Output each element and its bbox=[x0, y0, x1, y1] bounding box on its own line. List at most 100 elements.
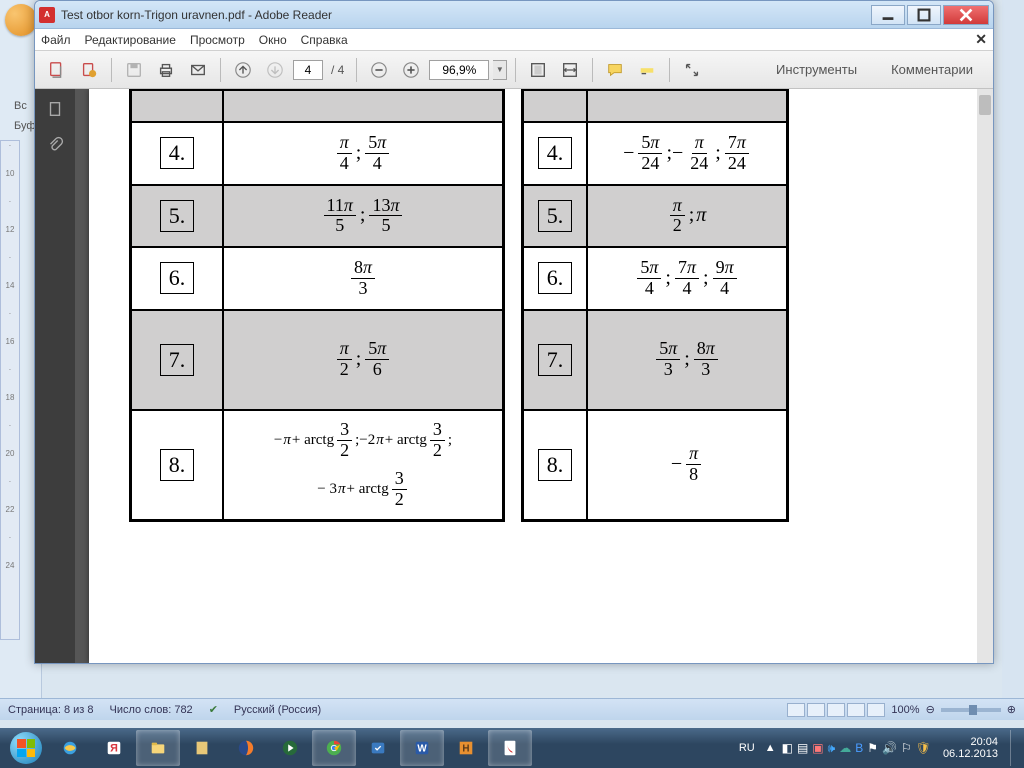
print-icon[interactable] bbox=[152, 56, 180, 84]
highlight-icon[interactable] bbox=[633, 56, 661, 84]
taskbar-word-icon[interactable]: W bbox=[400, 730, 444, 766]
row-number: 5. bbox=[160, 200, 195, 232]
start-button[interactable] bbox=[4, 730, 48, 766]
status-lang[interactable]: Русский (Россия) bbox=[234, 704, 321, 716]
status-zoom[interactable]: 100% bbox=[891, 704, 919, 716]
clock[interactable]: 20:04 06.12.2013 bbox=[937, 736, 1004, 760]
menu-window[interactable]: Окно bbox=[259, 33, 287, 47]
menu-edit[interactable]: Редактирование bbox=[85, 33, 176, 47]
language-indicator[interactable]: RU bbox=[735, 740, 759, 756]
page-up-icon[interactable] bbox=[229, 56, 257, 84]
acrobat-window: A Test otbor korn-Trigon uravnen.pdf - A… bbox=[34, 0, 994, 664]
table-row: 7. 5π3;8π3 bbox=[524, 309, 786, 409]
taskbar-acrobat-icon[interactable] bbox=[488, 730, 532, 766]
row-number: 5. bbox=[538, 200, 573, 232]
export-pdf-icon[interactable] bbox=[43, 56, 71, 84]
tray-icon[interactable]: ▤ bbox=[797, 741, 808, 756]
math-expr: π2; 5π6 bbox=[335, 339, 392, 380]
side-panel bbox=[35, 89, 75, 663]
mail-icon[interactable] bbox=[184, 56, 212, 84]
math-expr: −5π24;−π24;7π24 bbox=[623, 133, 751, 174]
pdf-icon: A bbox=[39, 7, 55, 23]
row-number: 6. bbox=[538, 262, 573, 294]
math-expr: 5π3;8π3 bbox=[654, 339, 720, 380]
tray-icon[interactable]: ⚑ bbox=[867, 741, 878, 756]
titlebar[interactable]: A Test otbor korn-Trigon uravnen.pdf - A… bbox=[35, 1, 993, 29]
read-mode-icon[interactable] bbox=[678, 56, 706, 84]
row-number: 8. bbox=[160, 449, 195, 481]
page-down-icon[interactable] bbox=[261, 56, 289, 84]
taskbar-firefox-icon[interactable] bbox=[224, 730, 268, 766]
taskbar-app-icon[interactable] bbox=[180, 730, 224, 766]
row-number: 7. bbox=[538, 344, 573, 376]
toolbar: / 4 ▼ Инструменты Комментарии bbox=[35, 51, 993, 89]
taskbar-sound-icon[interactable] bbox=[356, 730, 400, 766]
page-input[interactable] bbox=[293, 60, 323, 80]
menu-help[interactable]: Справка bbox=[301, 33, 348, 47]
tray-icon[interactable]: 🕪 bbox=[828, 741, 836, 756]
taskbar-explorer-icon[interactable] bbox=[136, 730, 180, 766]
math-expr: −π8 bbox=[671, 444, 703, 485]
pdf-page: 4. π4; 5π4 5. 11π5; 13π5 bbox=[89, 89, 979, 663]
taskbar-h-icon[interactable]: Н bbox=[444, 730, 488, 766]
maximize-button[interactable] bbox=[907, 5, 941, 25]
table-left: 4. π4; 5π4 5. 11π5; 13π5 bbox=[129, 89, 505, 522]
view-mode-buttons[interactable] bbox=[787, 703, 885, 717]
menu-file[interactable]: Файл bbox=[41, 33, 71, 47]
taskbar-yandex-icon[interactable]: Я bbox=[92, 730, 136, 766]
row-number: 7. bbox=[160, 344, 195, 376]
office-orb[interactable] bbox=[5, 4, 37, 36]
tray-icon[interactable]: ⚐ bbox=[901, 741, 912, 756]
minimize-button[interactable] bbox=[871, 5, 905, 25]
taskbar: Я W Н RU ▲ ◧ ▤ ▣ 🕪 ☁ В ⚑ 🔊 ⚐ 🛡 20:04 06.… bbox=[0, 728, 1024, 768]
zoom-dropdown[interactable]: ▼ bbox=[493, 60, 507, 80]
taskbar-ie-icon[interactable] bbox=[48, 730, 92, 766]
zoom-minus-icon[interactable]: ⊖ bbox=[926, 703, 935, 716]
create-pdf-icon[interactable] bbox=[75, 56, 103, 84]
table-row: 6. 8π3 bbox=[132, 246, 502, 309]
taskbar-chrome-icon[interactable] bbox=[312, 730, 356, 766]
math-expr: − π + arctg32;−2π + arctg32; − 3π + arct… bbox=[274, 420, 452, 509]
zoom-input[interactable] bbox=[429, 60, 489, 80]
tray-chevron-up-icon[interactable]: ▲ bbox=[765, 742, 776, 754]
math-expr: 5π4;7π4;9π4 bbox=[635, 258, 738, 299]
proofing-icon[interactable]: ✔ bbox=[209, 703, 218, 716]
fit-width-icon[interactable] bbox=[556, 56, 584, 84]
svg-text:W: W bbox=[417, 744, 427, 755]
word-right-sidebar bbox=[1002, 0, 1024, 720]
zoom-out-icon[interactable] bbox=[365, 56, 393, 84]
attachments-icon[interactable] bbox=[43, 133, 67, 157]
comment-icon[interactable] bbox=[601, 56, 629, 84]
tray-icon[interactable]: 🔊 bbox=[882, 741, 897, 756]
taskbar-mediaplayer-icon[interactable] bbox=[268, 730, 312, 766]
word-vertical-ruler: ·10·12 ·14·16 ·18·20 ·22·24 bbox=[0, 140, 20, 640]
tray-icon[interactable]: ▣ bbox=[812, 741, 823, 756]
scrollbar[interactable] bbox=[977, 89, 993, 663]
zoom-plus-icon[interactable]: ⊕ bbox=[1007, 703, 1016, 716]
menu-view[interactable]: Просмотр bbox=[190, 33, 245, 47]
save-icon[interactable] bbox=[120, 56, 148, 84]
tray-icon[interactable]: В bbox=[855, 741, 863, 756]
row-number: 6. bbox=[160, 262, 195, 294]
table-row: 7. π2; 5π6 bbox=[132, 309, 502, 409]
window-title: Test otbor korn-Trigon uravnen.pdf - Ado… bbox=[61, 8, 869, 22]
tray-icon[interactable]: ◧ bbox=[782, 741, 793, 756]
status-words[interactable]: Число слов: 782 bbox=[110, 704, 193, 716]
close-doc-button[interactable]: ✕ bbox=[975, 31, 987, 48]
clock-date: 06.12.2013 bbox=[943, 748, 998, 760]
thumbnails-icon[interactable] bbox=[43, 97, 67, 121]
comments-panel-button[interactable]: Комментарии bbox=[879, 56, 985, 83]
zoom-in-icon[interactable] bbox=[397, 56, 425, 84]
tools-panel-button[interactable]: Инструменты bbox=[764, 56, 869, 83]
table-row: 4. π4; 5π4 bbox=[132, 121, 502, 184]
menubar: Файл Редактирование Просмотр Окно Справк… bbox=[35, 29, 993, 51]
table-row: 8. −π8 bbox=[524, 409, 786, 519]
close-button[interactable] bbox=[943, 5, 989, 25]
show-desktop-button[interactable] bbox=[1010, 730, 1020, 766]
tray-icon[interactable]: ☁ bbox=[839, 741, 851, 756]
fit-window-icon[interactable] bbox=[524, 56, 552, 84]
tray-icon[interactable]: 🛡 bbox=[916, 741, 931, 756]
status-page[interactable]: Страница: 8 из 8 bbox=[8, 704, 94, 716]
page-total: / 4 bbox=[331, 63, 344, 77]
row-number: 4. bbox=[538, 137, 573, 169]
